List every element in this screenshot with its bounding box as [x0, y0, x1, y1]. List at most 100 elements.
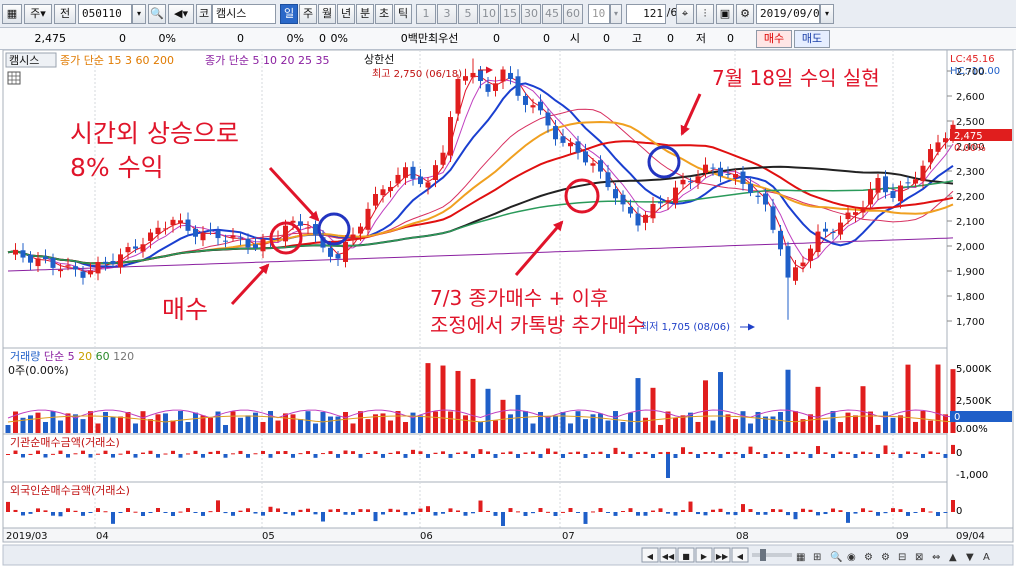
interval-60-button[interactable]: 60	[563, 4, 583, 24]
search-icon[interactable]: 🔍	[148, 4, 166, 24]
period-3-button[interactable]: 년	[337, 4, 355, 24]
candle-body	[800, 262, 806, 267]
tool-icon-3[interactable]: ◉	[847, 552, 856, 563]
step-back-icon[interactable]: ◀	[737, 552, 744, 561]
candle-body	[853, 212, 858, 215]
play-icon[interactable]: ▶	[701, 552, 708, 561]
date-input[interactable]: 2019/09/04	[756, 4, 820, 24]
calendar-dropdown-icon[interactable]: ▾	[820, 4, 834, 24]
buy-button[interactable]: 매수	[756, 30, 792, 48]
legend-limit: 상한선	[364, 53, 394, 66]
sell-button[interactable]: 매도	[794, 30, 830, 48]
count-input[interactable]: 121	[626, 4, 666, 24]
foreign-bar	[546, 511, 550, 513]
interval-dropdown-icon[interactable]: ▾	[610, 4, 622, 24]
candle-body	[508, 72, 513, 80]
stop-icon[interactable]: ■	[682, 552, 690, 561]
interval-input[interactable]: 10	[588, 4, 610, 24]
institution-bar	[343, 450, 348, 454]
volume-bar	[575, 411, 581, 433]
volume-bar	[358, 411, 363, 433]
interval-3-button[interactable]: 3	[437, 4, 457, 24]
institution-bar	[328, 451, 333, 454]
tool-icon-5[interactable]: ⚙	[881, 552, 890, 563]
stock-name-field[interactable]: 캠시스	[212, 4, 276, 24]
tool-icon-8[interactable]: ⇔	[932, 552, 940, 563]
interval-30-button[interactable]: 30	[521, 4, 541, 24]
institution-bar	[28, 453, 33, 455]
grid-menu-icon[interactable]: ▦	[2, 4, 22, 24]
interval-5-button[interactable]: 5	[458, 4, 478, 24]
settings-icon[interactable]: ⚙	[736, 4, 754, 24]
candle-body	[793, 267, 798, 281]
volume-bar	[268, 411, 273, 433]
fast-forward-icon[interactable]: ▶▶	[716, 552, 729, 561]
tool-icon-10[interactable]: ▼	[966, 552, 974, 563]
period-6-button[interactable]: 틱	[394, 4, 412, 24]
period-1-button[interactable]: 주	[299, 4, 317, 24]
interval-45-button[interactable]: 45	[542, 4, 562, 24]
candle-body	[763, 193, 768, 205]
interval-1-button[interactable]: 1	[416, 4, 436, 24]
crosshair-icon[interactable]: ⌖	[676, 4, 694, 24]
candle-body	[208, 229, 213, 231]
volume-bar	[58, 420, 63, 433]
period-0-button[interactable]: 일	[280, 4, 298, 24]
interval-10-button[interactable]: 10	[479, 4, 499, 24]
x-axis-label-3: 06	[420, 531, 433, 542]
tool-icon-6[interactable]: ⊟	[898, 552, 906, 563]
volume-bar	[830, 411, 836, 433]
tool-icon-0[interactable]: ▦	[796, 552, 805, 563]
volume-bar	[80, 419, 86, 433]
price-axis-2200: 2,200	[956, 192, 985, 203]
chart-type-icon[interactable]: ⫶	[696, 4, 714, 24]
scroll-left-icon[interactable]: ◀	[647, 552, 654, 561]
interval-15-button[interactable]: 15	[500, 4, 520, 24]
institution-bar	[508, 451, 513, 454]
speaker-icon[interactable]: ◀▾	[168, 4, 194, 24]
foreign-bar	[298, 509, 303, 512]
zoom-slider[interactable]	[752, 553, 792, 557]
rewind-icon[interactable]: ◀◀	[662, 552, 675, 561]
period-2-button[interactable]: 월	[318, 4, 336, 24]
market-select[interactable]: 주▾	[24, 4, 52, 24]
scroll-bar[interactable]	[2, 544, 1014, 566]
annotation-july3-line1: 7/3 종가매수 + 이후	[430, 286, 608, 310]
tool-icon-7[interactable]: ⊠	[915, 552, 923, 563]
open-label: 시	[569, 32, 580, 45]
tool-icon-2[interactable]: 🔍	[830, 550, 842, 563]
foreign-bar	[628, 508, 633, 512]
volume-bar	[898, 415, 903, 433]
period-4-button[interactable]: 분	[356, 4, 374, 24]
candle-body	[898, 185, 903, 202]
prev-button[interactable]: 전	[54, 4, 76, 24]
tool-icon-4[interactable]: ⚙	[864, 552, 873, 563]
institution-bar	[651, 454, 655, 458]
code-dropdown-icon[interactable]: ▾	[132, 4, 146, 24]
institution-bar	[523, 452, 528, 454]
volume-bar	[155, 414, 161, 433]
candle-body	[425, 182, 431, 188]
candle-body	[568, 142, 573, 147]
save-icon[interactable]: ▣	[716, 4, 734, 24]
institution-bar	[88, 454, 93, 458]
grid-toggle-icon[interactable]	[7, 71, 21, 85]
institution-bar	[696, 454, 700, 458]
foreign-bar	[928, 511, 933, 513]
volume-bar	[178, 411, 183, 433]
foreign-bar	[441, 512, 445, 514]
code-input[interactable]: 050110	[78, 4, 132, 24]
candle-body	[350, 234, 356, 241]
volume-title: 거래량 단순 5 20 60 120	[10, 350, 134, 363]
tool-icon-1[interactable]: ⊞	[813, 552, 821, 563]
zoom-thumb[interactable]	[760, 549, 766, 561]
candle-body	[28, 254, 33, 263]
period-5-button[interactable]: 초	[375, 4, 393, 24]
price-axis-1800: 1,800	[956, 292, 985, 303]
tool-icon-11[interactable]: A	[983, 552, 990, 563]
name-prefix[interactable]: 코	[196, 4, 212, 24]
foreign-bar	[171, 512, 175, 516]
volume-bar	[35, 412, 41, 433]
stock-chart[interactable]: 캠시스 종가 단순 15 3 60 200 종가 단순 5 10 20 25 3…	[0, 50, 1016, 568]
tool-icon-9[interactable]: ▲	[949, 552, 957, 563]
